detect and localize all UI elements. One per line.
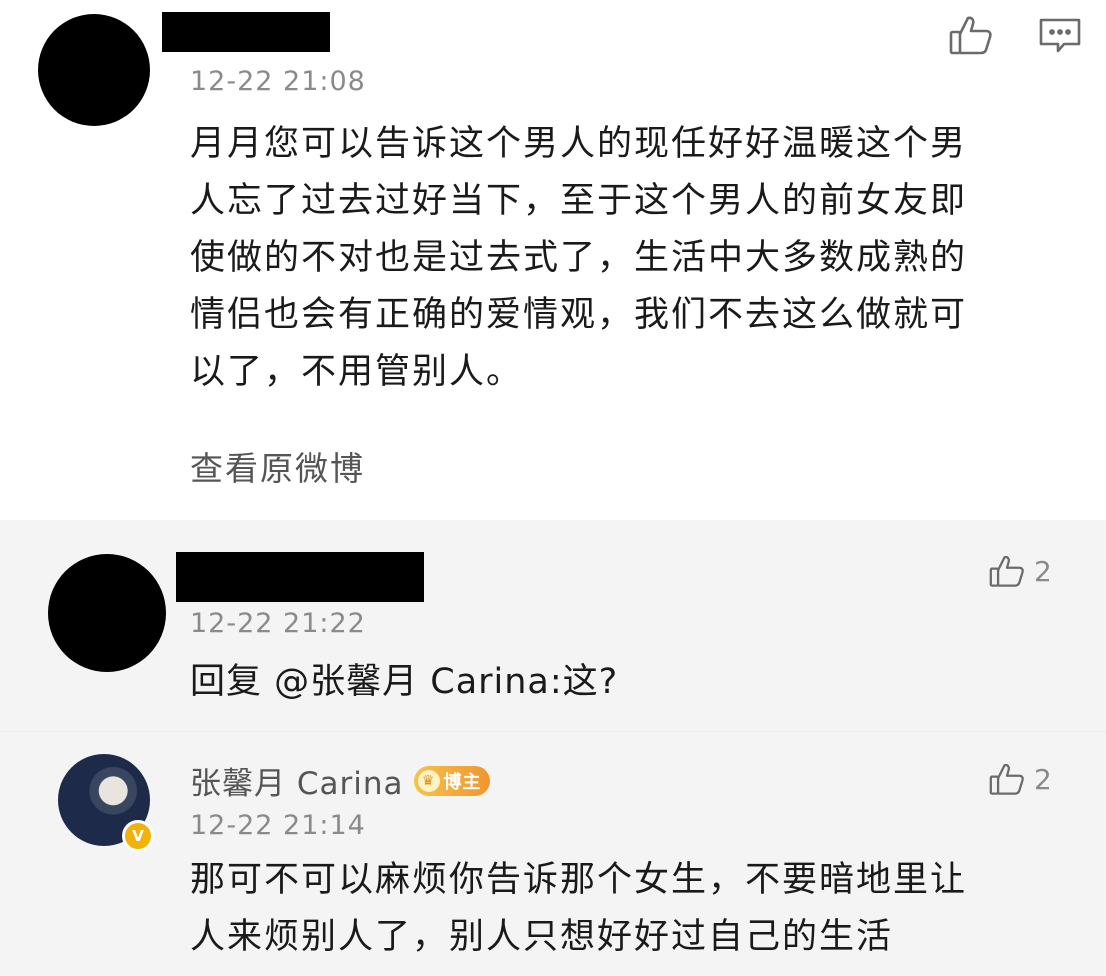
comment-content: 那可不可以麻烦你告诉那个女生，不要暗地里让 人来烦别人了，别人只想好好过自己的生…: [190, 852, 1070, 966]
comment-content: 回复 @张馨月 Carina:这?: [190, 662, 619, 702]
comment-content: 月月您可以告诉这个男人的现任好好温暖这个男 人忘了过去过好当下，至于这个男人的前…: [190, 116, 1070, 401]
reply-item: V 张馨月 Carina ♛ 博主 2 12-22 21:14 那可不可以麻烦你…: [0, 732, 1106, 976]
like-button[interactable]: 2: [988, 554, 1052, 588]
crown-icon: ♛: [417, 769, 440, 792]
like-count: 2: [1034, 762, 1052, 796]
username-text: 张馨月 Carina: [190, 766, 404, 802]
avatar[interactable]: [38, 14, 150, 126]
view-original-link[interactable]: 查看原微博: [190, 442, 365, 490]
content-line: 月月您可以告诉这个男人的现任好好温暖这个男: [190, 124, 968, 164]
like-icon: [989, 555, 1024, 587]
comment-time: 12-22 21:14: [190, 810, 366, 841]
verified-icon: V: [122, 820, 154, 852]
like-icon: [989, 763, 1024, 795]
content-line: 那可不可以麻烦你告诉那个女生，不要暗地里让: [190, 860, 968, 900]
content-line: 人忘了过去过好当下，至于这个男人的前女友即: [190, 181, 968, 221]
like-icon[interactable]: [948, 14, 994, 60]
badge-label: 博主: [443, 771, 482, 793]
content-line: 以了，不用管别人。: [190, 352, 524, 392]
like-count: 2: [1034, 554, 1052, 588]
comment-time: 12-22 21:22: [190, 608, 366, 639]
username[interactable]: 张馨月 Carina ♛ 博主: [190, 758, 490, 803]
avatar[interactable]: [48, 554, 166, 672]
content-line: 情侣也会有正确的爱情观，我们不去这么做就可: [190, 295, 968, 335]
like-button[interactable]: 2: [988, 762, 1052, 796]
content-line: 使做的不对也是过去式了，生活中大多数成熟的: [190, 238, 968, 278]
username-redacted[interactable]: [176, 552, 424, 602]
username-redacted[interactable]: [162, 12, 330, 52]
content-line: 人来烦别人了，别人只想好好过自己的生活: [190, 917, 894, 957]
comment-time: 12-22 21:08: [190, 66, 366, 97]
comment-icon[interactable]: [1038, 16, 1082, 60]
blogger-badge: ♛ 博主: [413, 765, 490, 796]
comment-main: 12-22 21:08 月月您可以告诉这个男人的现任好好温暖这个男 人忘了过去过…: [0, 0, 1106, 520]
reply-item: 12-22 21:22 2 回复 @张馨月 Carina:这?: [0, 520, 1106, 732]
